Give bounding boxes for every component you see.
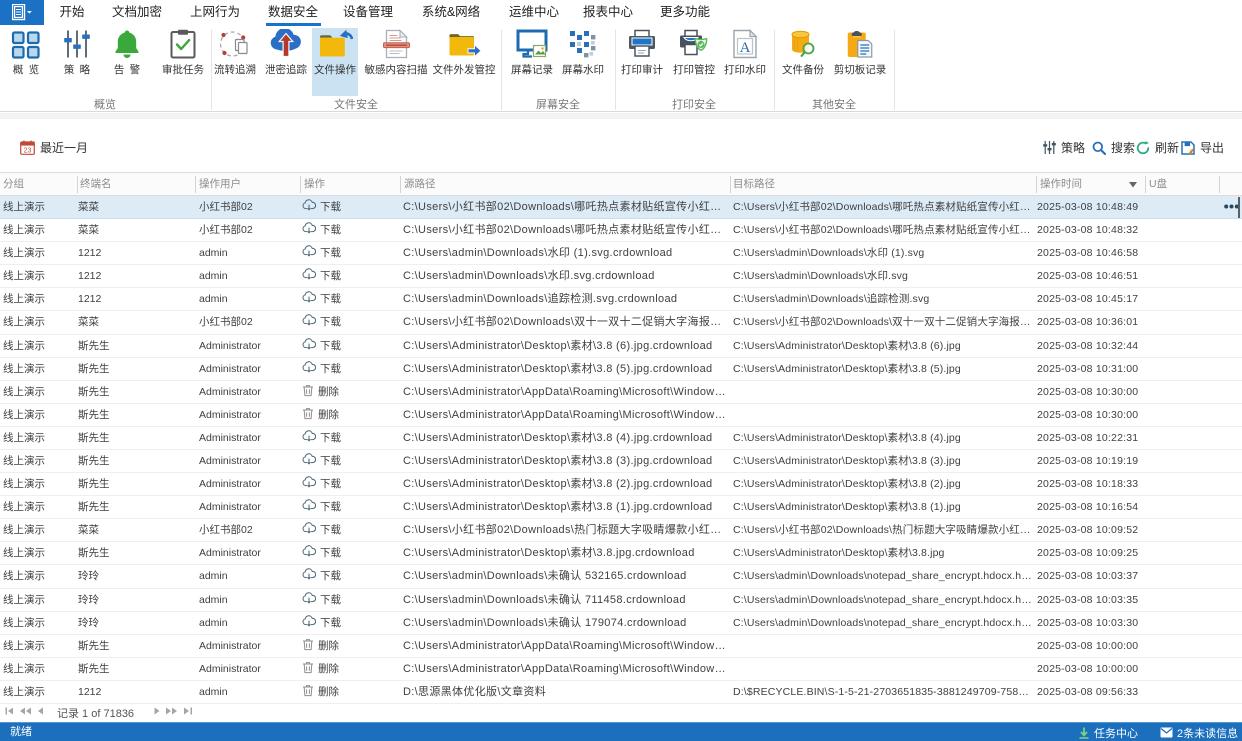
svg-text:23: 23 — [24, 147, 32, 154]
svg-text:A: A — [740, 40, 751, 56]
